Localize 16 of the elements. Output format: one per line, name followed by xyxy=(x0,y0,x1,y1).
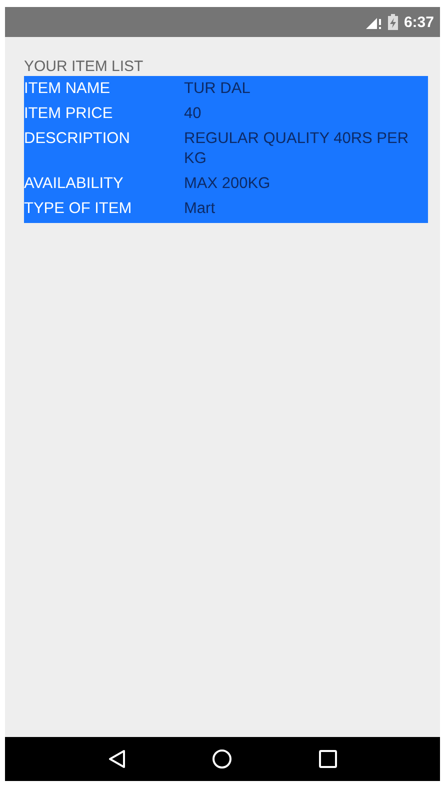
detail-label: ITEM PRICE xyxy=(24,104,114,124)
detail-value: 40 xyxy=(184,104,202,124)
home-icon[interactable] xyxy=(212,749,232,769)
list-heading: YOUR ITEM LIST xyxy=(24,58,144,76)
battery-icon xyxy=(388,14,398,30)
detail-value: TUR DAL xyxy=(184,78,252,98)
status-time: 6:37 xyxy=(404,14,434,30)
detail-label: AVAILABILITY xyxy=(24,174,124,194)
detail-label: DESCRIPTION xyxy=(24,129,131,149)
recents-icon[interactable] xyxy=(318,750,337,768)
detail-value: REGULAR QUALITY 40RS PER KG xyxy=(184,128,410,168)
detail-label: ITEM NAME xyxy=(24,79,112,99)
detail-value: Mart xyxy=(184,198,216,218)
detail-label: TYPE OF ITEM xyxy=(24,199,133,219)
detail-value: MAX 200KG xyxy=(184,174,272,194)
back-icon[interactable] xyxy=(108,749,126,769)
